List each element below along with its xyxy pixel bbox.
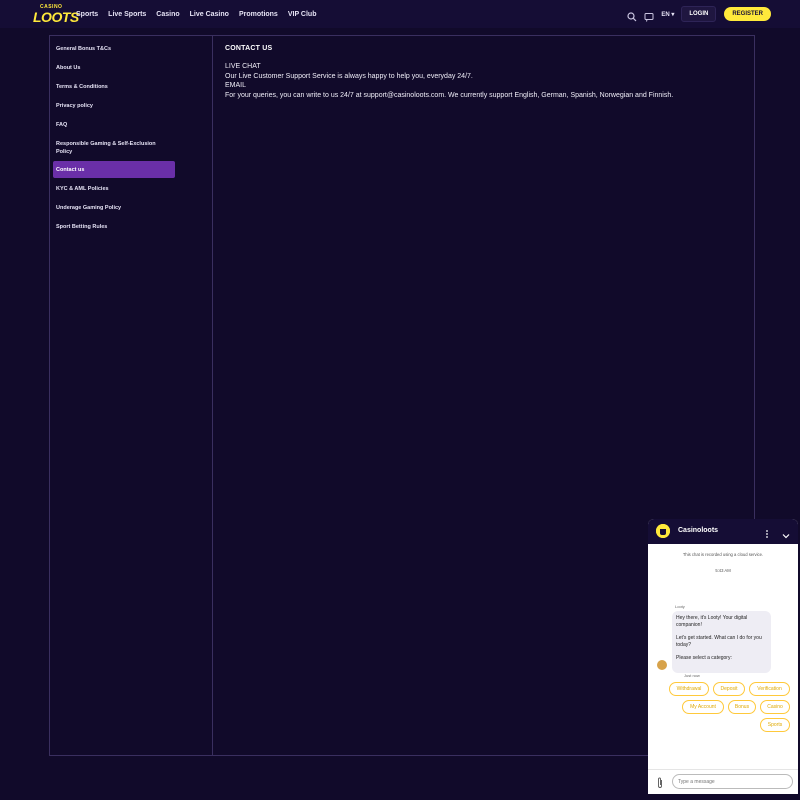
chat-message-input[interactable]: [672, 774, 793, 789]
logo-main-text: LOOTS: [33, 9, 79, 25]
bot-avatar: [657, 660, 667, 670]
option-bonus[interactable]: Bonus: [728, 700, 756, 714]
chat-title: Casinoloots: [678, 527, 719, 534]
sidebar-item-faq[interactable]: FAQ: [53, 121, 175, 129]
option-withdrawal[interactable]: Withdrawal: [669, 682, 709, 696]
option-my-account[interactable]: My Account: [682, 700, 724, 714]
sidebar-item-terms[interactable]: Terms & Conditions: [53, 83, 175, 91]
login-button[interactable]: LOGIN: [681, 6, 717, 22]
casinoloots-logo[interactable]: CASINO LOOTS: [33, 4, 79, 25]
email-text: For your queries, you can write to us 24…: [225, 91, 674, 99]
nav-live-casino[interactable]: Live Casino: [190, 11, 229, 18]
chat-icon[interactable]: [644, 9, 654, 22]
live-chat-text: Our Live Customer Support Service is alw…: [225, 72, 473, 80]
option-deposit[interactable]: Deposit: [713, 682, 745, 696]
bot-message-bubble: Hey there, it's Looty! Your digital comp…: [672, 611, 771, 673]
main-nav: Sports Live Sports Casino Live Casino Pr…: [76, 0, 326, 28]
register-button[interactable]: REGISTER: [724, 7, 771, 21]
sidebar-item-about-us[interactable]: About Us: [53, 64, 175, 72]
nav-sports[interactable]: Sports: [76, 11, 98, 18]
bot-message-prompt: Let's get started. What can I do for you…: [676, 634, 762, 649]
recording-notice: This chat is recorded using a cloud serv…: [682, 552, 764, 557]
search-icon[interactable]: [627, 9, 637, 22]
bot-name: Looty: [675, 604, 685, 609]
chat-footer: [648, 769, 798, 794]
option-sports[interactable]: Sports: [760, 718, 790, 732]
header-actions: EN ▾ LOGIN REGISTER: [627, 6, 771, 22]
live-chat-heading: LIVE CHAT: [225, 63, 261, 70]
nav-live-sports[interactable]: Live Sports: [108, 11, 146, 18]
chat-header: Casinoloots: [648, 519, 798, 544]
sidebar-item-sport-betting[interactable]: Sport Betting Rules: [53, 223, 175, 231]
page-title: CONTACT US: [225, 45, 273, 52]
chat-brand-avatar: [656, 524, 670, 538]
attach-icon[interactable]: [656, 776, 664, 788]
email-heading: EMAIL: [225, 82, 247, 90]
sidebar-item-privacy[interactable]: Privacy policy: [53, 102, 175, 110]
nav-vip-club[interactable]: VIP Club: [288, 11, 317, 18]
nav-casino[interactable]: Casino: [156, 11, 179, 18]
sidebar-item-responsible-gaming[interactable]: Responsible Gaming & Self-Exclusion Poli…: [53, 140, 163, 156]
bot-message-greeting: Hey there, it's Looty! Your digital comp…: [676, 615, 748, 629]
message-timestamp: 5:43 AM: [715, 568, 731, 573]
sidebar-item-underage[interactable]: Underage Gaming Policy: [53, 204, 175, 212]
contact-content: CONTACT US LIVE CHAT Our Live Customer S…: [225, 45, 745, 100]
more-options-icon[interactable]: [765, 526, 769, 538]
sidebar-item-general-bonus[interactable]: General Bonus T&Cs: [53, 45, 175, 53]
nav-promotions[interactable]: Promotions: [239, 11, 278, 18]
bot-message-category: Please select a category:: [676, 654, 732, 661]
sidebar-item-contact-us[interactable]: Contact us: [53, 161, 175, 178]
sidebar-item-kyc-aml[interactable]: KYC & AML Policies: [53, 185, 175, 193]
language-selector[interactable]: EN ▾: [661, 11, 674, 18]
info-sidebar: General Bonus T&Cs About Us Terms & Cond…: [50, 36, 213, 755]
message-status: Just now: [684, 673, 700, 678]
chat-widget: Casinoloots This chat is recorded using …: [648, 519, 798, 794]
top-header: CASINO LOOTS Sports Live Sports Casino L…: [0, 0, 800, 28]
chevron-down-icon[interactable]: [782, 527, 790, 539]
option-casino[interactable]: Casino: [760, 700, 790, 714]
chat-messages: This chat is recorded using a cloud serv…: [648, 544, 798, 769]
option-verification[interactable]: Verification: [749, 682, 790, 696]
